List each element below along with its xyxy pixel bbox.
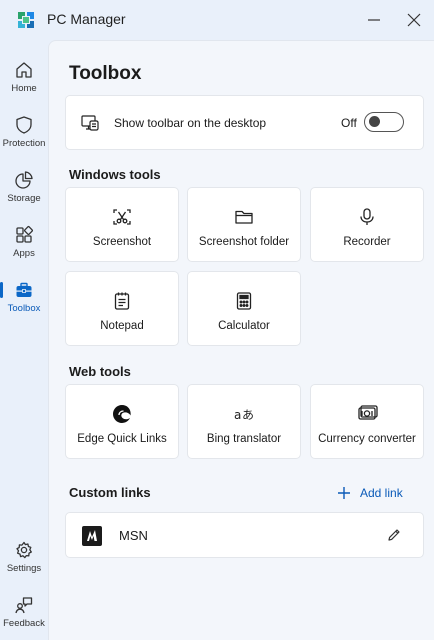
page-title: Toolbox [69, 63, 142, 84]
toggle-state-label: Off [341, 116, 357, 130]
sidebar-item-protection[interactable]: Protection [0, 111, 48, 161]
calculator-icon [236, 292, 252, 310]
tool-bing-translator[interactable]: a あ Bing translator [187, 384, 301, 459]
msn-logo-icon [87, 530, 97, 541]
title-bar: PC Manager [0, 0, 434, 40]
sidebar-item-label: Settings [6, 563, 42, 574]
plus-icon [338, 487, 350, 499]
toolbar-setting-label: Show toolbar on the desktop [114, 116, 267, 130]
gear-icon [16, 541, 32, 559]
minimize-icon [368, 19, 380, 21]
custom-link-label: MSN [119, 528, 148, 543]
tool-currency-converter[interactable]: Currency converter [310, 384, 424, 459]
sidebar-item-toolbox[interactable]: Toolbox [0, 276, 48, 326]
sidebar-item-storage[interactable]: Storage [0, 166, 48, 216]
sidebar-item-apps[interactable]: Apps [0, 221, 48, 271]
tool-label: Screenshot folder [198, 236, 290, 248]
edit-pencil-icon[interactable] [386, 527, 402, 543]
tool-label: Edge Quick Links [77, 433, 167, 445]
sidebar: Home Protection Storage Apps Toolbox Set… [0, 40, 48, 640]
edge-icon [113, 405, 131, 423]
sidebar-item-label: Home [11, 83, 37, 94]
apps-icon [16, 226, 33, 243]
custom-link-msn[interactable]: MSN [65, 512, 424, 558]
tool-screenshot[interactable]: Screenshot [65, 187, 179, 262]
web-tools-heading: Web tools [69, 364, 131, 379]
add-link-label: Add link [360, 486, 403, 500]
tool-label: Currency converter [318, 433, 416, 445]
sidebar-item-settings[interactable]: Settings [0, 536, 48, 586]
home-icon [16, 62, 32, 78]
feedback-icon [15, 597, 33, 614]
sidebar-item-feedback[interactable]: Feedback [0, 591, 48, 640]
custom-links-heading: Custom links [69, 485, 151, 500]
translate-icon: a あ [234, 408, 254, 422]
active-indicator [0, 282, 3, 298]
shield-icon [16, 116, 32, 134]
tool-label: Calculator [218, 320, 270, 332]
screenshot-icon [113, 209, 131, 225]
tool-label: Screenshot [92, 236, 152, 248]
sidebar-item-label: Toolbox [7, 303, 41, 314]
windows-tools-heading: Windows tools [69, 167, 161, 182]
tool-notepad[interactable]: Notepad [65, 271, 179, 346]
microphone-icon [360, 208, 374, 225]
tool-recorder[interactable]: Recorder [310, 187, 424, 262]
sidebar-item-label: Protection [2, 138, 46, 149]
svg-text:a: a [234, 408, 241, 422]
sidebar-item-home[interactable]: Home [0, 56, 48, 106]
toolbox-icon [16, 282, 32, 297]
tool-label: Bing translator [206, 433, 282, 445]
svg-text:あ: あ [242, 408, 254, 422]
sidebar-item-label: Apps [13, 248, 35, 259]
desktop-toolbar-icon [81, 115, 99, 131]
tool-label: Recorder [343, 236, 391, 248]
close-icon [407, 13, 421, 27]
sidebar-item-label: Storage [7, 193, 41, 204]
tool-screenshot-folder[interactable]: Screenshot folder [187, 187, 301, 262]
toolbar-setting-card: Show toolbar on the desktop Off [65, 95, 424, 150]
notepad-icon [114, 292, 130, 310]
sidebar-item-label: Feedback [3, 618, 45, 629]
pc-manager-logo-icon [18, 12, 34, 28]
window-title: PC Manager [47, 11, 126, 27]
main-content: Toolbox Show toolbar on the desktop Off … [48, 40, 434, 640]
tool-edge-quick-links[interactable]: Edge Quick Links [65, 384, 179, 459]
toggle-knob [369, 116, 380, 127]
tool-calculator[interactable]: Calculator [187, 271, 301, 346]
msn-logo [82, 526, 102, 546]
tool-label: Notepad [100, 320, 144, 332]
close-button[interactable] [400, 8, 428, 32]
add-link-button[interactable]: Add link [337, 483, 403, 503]
pie-chart-icon [15, 171, 33, 189]
show-toolbar-toggle[interactable] [364, 112, 404, 132]
minimize-button[interactable] [360, 8, 388, 32]
folder-icon [235, 210, 253, 224]
currency-icon [358, 405, 378, 420]
